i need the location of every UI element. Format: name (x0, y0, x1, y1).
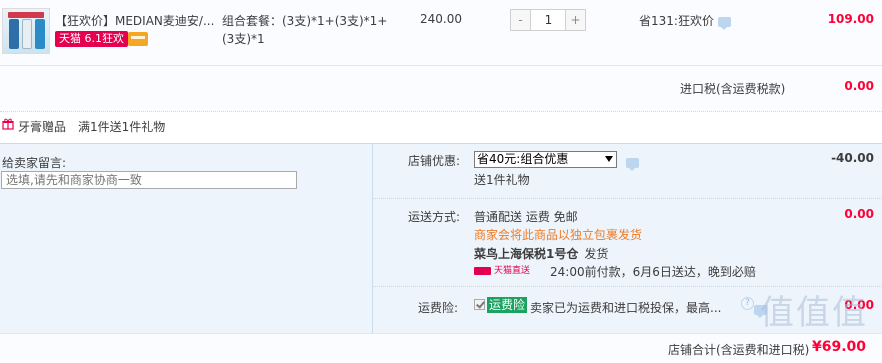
tmall-promo-badge: 天猫 6.1狂欢 (55, 31, 128, 47)
gift-description: 满1件送1件礼物 (78, 120, 166, 134)
watermark: 值值值 (760, 293, 868, 333)
shipping-label: 运送方式: (408, 210, 461, 224)
product-title[interactable]: 【狂欢价】MEDIAN麦迪安/... (55, 12, 215, 29)
quantity-input[interactable] (532, 10, 565, 30)
chat-icon[interactable] (626, 157, 639, 171)
gift-icon (2, 118, 14, 130)
product-spec: 组合套餐：(3支)*1+(3支)*1+(3支)*1 (222, 14, 388, 46)
shipping-value: 0.00 (844, 207, 874, 221)
insurance-description: 卖家已为运费和进口税投保，最高... (530, 301, 722, 315)
shop-discount-gift: 送1件礼物 (474, 173, 530, 187)
quantity-stepper: - + (510, 9, 586, 31)
shipping-note: 商家会将此商品以独立包裹发货 (474, 228, 643, 242)
panel-divider (372, 143, 373, 333)
shop-discount-select[interactable]: 省40元:组合优惠 (474, 151, 617, 168)
gift-label: 牙膏赠品 (18, 120, 67, 134)
insurance-checkbox[interactable] (474, 299, 485, 310)
seller-message-input[interactable] (1, 171, 297, 189)
shipping-type: 普通配送 运费 免邮 (474, 210, 578, 224)
total-value: ¥69.00 (812, 339, 867, 355)
saving-info: 省131:狂欢价 (639, 12, 731, 30)
product-thumbnail[interactable] (2, 8, 50, 54)
shop-discount-value: -40.00 (831, 151, 874, 165)
tmall-direct-badge: 天猫直送 (474, 265, 530, 277)
warehouse-name: 菜鸟上海保税1号仓 (474, 247, 579, 261)
quantity-increase-button[interactable]: + (565, 10, 585, 30)
insurance-label: 运费险: (418, 301, 459, 315)
import-tax-label: 进口税(含运费税款) (680, 82, 786, 96)
product-total: 109.00 (827, 12, 874, 26)
import-tax-value: 0.00 (844, 79, 874, 93)
message-label: 给卖家留言: (2, 156, 67, 170)
chevron-down-icon (605, 156, 613, 162)
shop-discount-label: 店铺优惠: (408, 154, 461, 168)
quantity-decrease-button[interactable]: - (511, 10, 531, 30)
chat-icon[interactable] (717, 16, 731, 30)
warehouse-suffix: 发货 (584, 247, 609, 261)
section-separator (373, 198, 882, 199)
shop-discount-selected: 省40元:组合优惠 (477, 152, 569, 166)
insurance-tag: 运费险 (487, 297, 528, 313)
shipping-warehouse: 菜鸟上海保税1号仓 发货 (474, 245, 608, 262)
card-icon (128, 32, 148, 46)
help-icon[interactable]: ? (741, 297, 754, 310)
delivery-time: 24:00前付款，6月6日送达，晚到必赔 (550, 265, 756, 279)
total-label: 店铺合计(含运费和进口税) (668, 343, 810, 357)
unit-price: 240.00 (420, 12, 462, 26)
saving-text: 省131:狂欢价 (639, 14, 714, 28)
